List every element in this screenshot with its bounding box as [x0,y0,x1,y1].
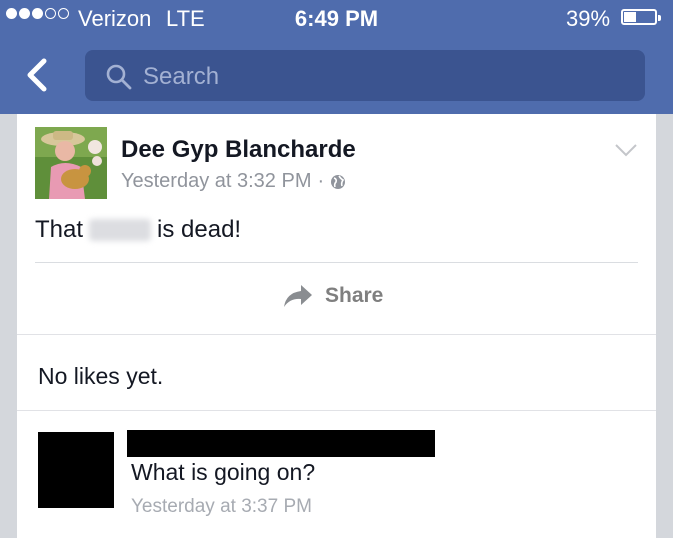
share-button[interactable]: Share [283,284,383,308]
comment-text: What is going on? [131,459,316,485]
divider [35,262,638,263]
author-avatar[interactable] [35,127,107,199]
battery-fill [624,12,636,22]
post-text: That is dead! [35,216,241,244]
divider [17,410,656,411]
author-name[interactable]: Dee Gyp Blancharde [121,136,356,164]
search-icon [106,64,132,90]
share-label: Share [325,284,384,307]
post-text-end: is dead! [157,216,242,243]
battery-icon [621,9,661,25]
post-timestamp[interactable]: Yesterday at 3:32 PM [121,170,312,193]
back-button[interactable] [24,58,54,92]
comment-timestamp[interactable]: Yesterday at 3:37 PM [131,496,312,518]
meta-separator: · [317,170,325,192]
share-arrow-icon [284,285,312,307]
redacted-word [89,219,152,241]
commenter-avatar-redacted[interactable] [38,432,114,508]
post-text-start: That [35,216,84,243]
chevron-left-icon [27,58,47,92]
search-bar[interactable] [85,50,645,103]
chevron-down-icon[interactable] [614,142,638,158]
nav-bar [0,36,673,114]
post-meta: Yesterday at 3:32 PM · [121,170,346,193]
commenter-name-redacted[interactable] [127,430,435,457]
likes-summary: No likes yet. [38,363,164,389]
search-input[interactable] [141,50,625,103]
divider [17,334,656,335]
battery-percent: 39% [566,6,611,31]
status-bar: Verizon LTE 6:49 PM 39% [0,0,673,36]
globe-icon [331,174,346,189]
post-card: Dee Gyp Blancharde Yesterday at 3:32 PM … [17,114,656,538]
avatar-photo [35,127,107,199]
